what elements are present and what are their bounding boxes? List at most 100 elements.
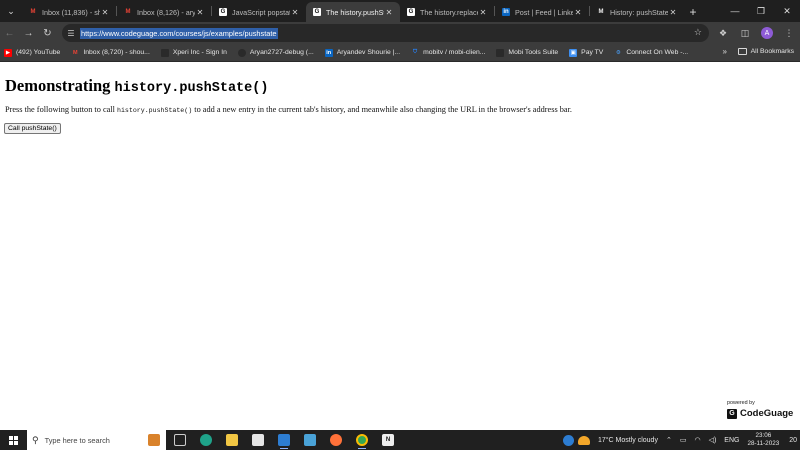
whiteboard-app[interactable] — [297, 430, 323, 450]
help-icon[interactable] — [562, 434, 574, 446]
back-arrow-icon[interactable]: ← — [0, 22, 19, 44]
bookmark-xperi[interactable]: Xperi Inc - Sign In — [160, 48, 227, 57]
mdn-icon: M — [598, 9, 604, 15]
tab-strip: ⌄ M Inbox (11,836) - shub ✕ M Inbox (8,1… — [0, 0, 800, 22]
edge-app[interactable] — [193, 430, 219, 450]
notification-count[interactable]: 20 — [789, 437, 797, 444]
side-panel-icon[interactable]: ◫ — [734, 22, 756, 44]
tab-3-active[interactable]: G The history.pushState ✕ — [306, 2, 400, 22]
firefox-icon — [330, 434, 342, 446]
close-icon[interactable]: ✕ — [573, 8, 583, 17]
weather-text[interactable]: 17°C Mostly cloudy — [598, 437, 658, 444]
tab-title: Post | Feed | LinkedIn — [515, 7, 573, 17]
tab-0[interactable]: M Inbox (11,836) - shub ✕ — [22, 2, 116, 22]
language-indicator[interactable]: ENG — [724, 437, 739, 444]
linkedin-icon: in — [502, 8, 510, 16]
maximize-icon[interactable]: ❐ — [748, 0, 774, 22]
tab-1[interactable]: M Inbox (8,126) - aryan ✕ — [117, 2, 211, 22]
battery-icon[interactable]: ▭ — [680, 436, 687, 444]
tab-search-chevron-icon[interactable]: ⌄ — [0, 0, 22, 22]
tab-5[interactable]: in Post | Feed | LinkedIn ✕ — [495, 2, 589, 22]
briefcase-icon — [148, 434, 160, 446]
bookmark-label: (492) YouTube — [16, 49, 61, 56]
file-explorer-app[interactable] — [219, 430, 245, 450]
close-icon[interactable]: ✕ — [290, 8, 300, 17]
linkedin-icon: in — [324, 48, 333, 57]
window-controls: — ❐ ✕ — [722, 0, 800, 22]
more-bookmarks-chevron-icon[interactable]: » — [723, 47, 727, 56]
call-pushstate-button[interactable]: Call pushState() — [4, 123, 61, 134]
bookmark-connect-on-web[interactable]: ⚙ Connect On Web -... — [614, 49, 688, 57]
extensions-puzzle-icon[interactable]: ❖ — [712, 22, 734, 44]
firefox-app[interactable] — [323, 430, 349, 450]
bookmark-mobi-tools[interactable]: Mobi Tools Suite — [496, 48, 559, 57]
close-icon[interactable]: ✕ — [100, 8, 110, 17]
clock[interactable]: 23:06 28-11-2023 — [747, 432, 779, 448]
page-title: Demonstrating history.pushState() — [5, 76, 268, 96]
bitbucket-icon: ⛉ — [413, 49, 418, 55]
close-icon[interactable]: ✕ — [195, 8, 205, 17]
tab-6[interactable]: M History: pushState() m ✕ — [590, 2, 684, 22]
bookmarks-bar: ▶ (492) YouTube M Inbox (8,720) - shou... … — [0, 44, 800, 62]
work-briefcase-app[interactable] — [141, 430, 167, 450]
tab-4[interactable]: G The history.replaceSt ✕ — [400, 2, 494, 22]
page-content: Demonstrating history.pushState() Press … — [0, 63, 800, 430]
description-paragraph: Press the following button to call histo… — [5, 105, 572, 114]
chrome-icon — [356, 434, 368, 446]
bookmark-bitbucket[interactable]: ⛉ mobitv / mobi-clien... — [411, 49, 485, 57]
bookmark-gmail[interactable]: M Inbox (8,720) - shou... — [71, 49, 150, 57]
brand-name: CodeGuage — [740, 408, 794, 419]
para-after: to add a new entry in the current tab's … — [192, 105, 572, 114]
forward-arrow-icon[interactable]: → — [19, 22, 38, 44]
bookmark-linkedin[interactable]: in Aryandev Shourie |... — [324, 48, 401, 57]
powered-by-label: powered by — [727, 400, 755, 406]
bookmark-github[interactable]: Aryan2727-debug (... — [237, 48, 314, 57]
minimize-icon[interactable]: — — [722, 0, 748, 22]
close-icon[interactable]: ✕ — [384, 8, 394, 17]
volume-icon[interactable]: ◁) — [709, 436, 717, 444]
codeguage-brand[interactable]: G CodeGuage — [727, 408, 793, 419]
bookmark-label: Xperi Inc - Sign In — [172, 49, 227, 56]
bookmark-pay-tv[interactable]: ▣ Pay TV — [569, 48, 603, 57]
close-window-icon[interactable]: ✕ — [774, 0, 800, 22]
close-icon[interactable]: ✕ — [668, 8, 678, 17]
store-app[interactable] — [245, 430, 271, 450]
kebab-menu-icon[interactable]: ⋮ — [778, 22, 800, 44]
bookmark-youtube[interactable]: ▶ (492) YouTube — [4, 48, 61, 57]
wifi-icon[interactable]: ◠ — [694, 436, 700, 444]
codeguage-logo-icon: G — [727, 408, 737, 419]
windows-taskbar: ⚲ Type here to search N 17°C Mostly clou… — [0, 430, 800, 450]
clock-time: 23:06 — [755, 432, 772, 439]
tray-chevron-icon[interactable]: ⌃ — [666, 436, 672, 444]
bookmark-label: mobitv / mobi-clien... — [423, 49, 486, 56]
chrome-app[interactable] — [349, 430, 375, 450]
site-settings-icon[interactable]: ☰ — [62, 29, 80, 38]
start-button[interactable] — [0, 430, 26, 450]
bookmark-label: Inbox (8,720) - shou... — [83, 49, 150, 56]
para-code: history.pushState() — [117, 107, 193, 114]
new-tab-plus-icon[interactable]: + — [684, 2, 702, 22]
url-text[interactable]: https://www.codeguage.com/courses/js/exa… — [80, 27, 278, 39]
mobi-icon — [496, 48, 505, 57]
notion-icon: N — [382, 434, 394, 446]
browser-toolbar: ← → ↻ ☰ https://www.codeguage.com/course… — [0, 22, 800, 44]
bookmark-star-icon[interactable]: ☆ — [694, 27, 702, 38]
tab-title: JavaScript popstate E — [232, 7, 290, 17]
profile-button[interactable]: A — [756, 22, 778, 44]
notion-app[interactable]: N — [375, 430, 401, 450]
bookmark-label: Aryandev Shourie |... — [336, 49, 401, 56]
folder-icon — [226, 434, 238, 446]
bookmark-label: Aryan2727-debug (... — [249, 49, 314, 56]
codeguage-icon: G — [313, 8, 321, 16]
tab-title: History: pushState() m — [610, 7, 668, 17]
close-icon[interactable]: ✕ — [478, 8, 488, 17]
all-bookmarks-button[interactable]: All Bookmarks — [737, 48, 794, 55]
reload-icon[interactable]: ↻ — [38, 22, 57, 44]
tab-2[interactable]: G JavaScript popstate E ✕ — [212, 2, 306, 22]
bookmark-label: Mobi Tools Suite — [508, 49, 559, 56]
github-icon — [237, 48, 246, 57]
task-view-button[interactable] — [167, 430, 193, 450]
search-placeholder: Type here to search — [44, 435, 110, 445]
mail-app[interactable] — [271, 430, 297, 450]
address-bar[interactable]: ☰ https://www.codeguage.com/courses/js/e… — [62, 24, 709, 42]
